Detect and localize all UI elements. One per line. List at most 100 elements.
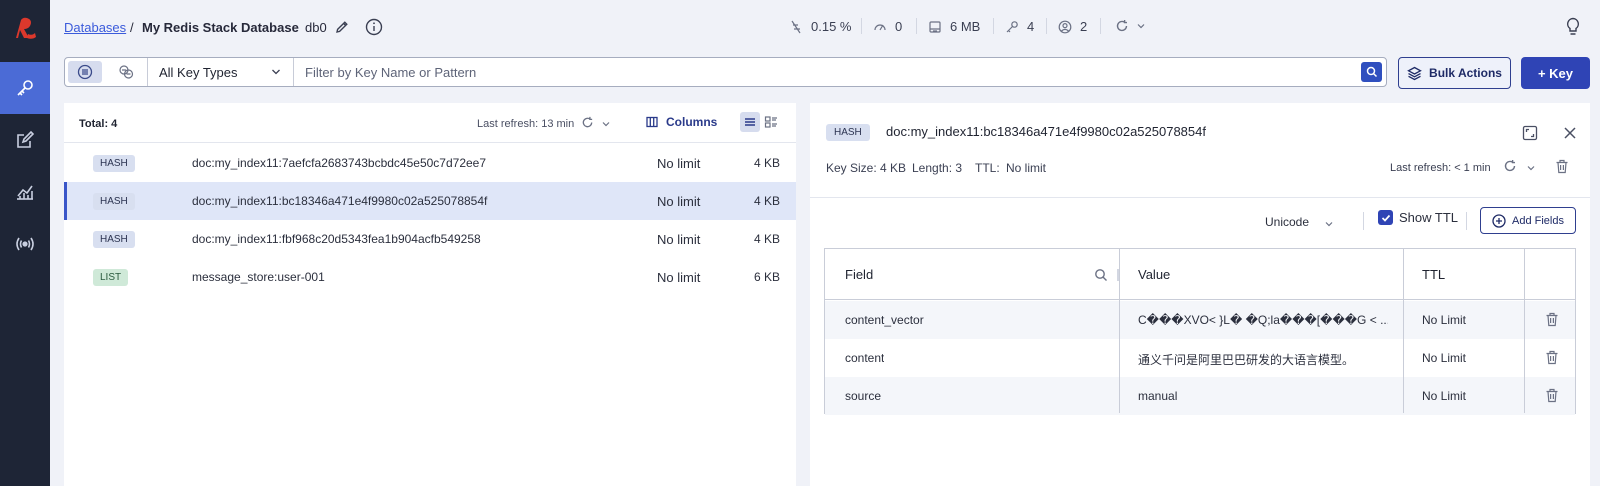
- detail-last-refresh: Last refresh: < 1 min: [1390, 162, 1491, 174]
- tree-view-toggle-icon[interactable]: [109, 61, 143, 83]
- key-row-selected[interactable]: HASH doc:my_index11:bc18346a471e4f9980c0…: [64, 182, 796, 220]
- ttl-value[interactable]: No limit: [1006, 161, 1046, 175]
- field-value: 通义千问是阿里巴巴研发的大语言模型。: [1138, 353, 1355, 367]
- chevron-down-icon[interactable]: [1527, 164, 1535, 172]
- keys-stat: 4: [1005, 19, 1034, 34]
- fullscreen-icon[interactable]: [1522, 125, 1538, 141]
- ops-gauge-icon: [873, 20, 887, 34]
- edit-db-pencil-icon[interactable]: [335, 20, 349, 34]
- key-ttl: No limit: [657, 156, 701, 171]
- field-value: manual: [1138, 389, 1178, 403]
- delete-field-trash-icon[interactable]: [1545, 388, 1559, 403]
- delete-key-trash-icon[interactable]: [1555, 159, 1569, 174]
- ttl-label: TTL:: [975, 161, 1000, 175]
- key-list-header: Total: 4 Last refresh: 13 min Columns: [64, 103, 796, 143]
- delete-field-trash-icon[interactable]: [1545, 350, 1559, 365]
- key-type-badge: LIST: [93, 269, 129, 286]
- key-count-icon: [1005, 20, 1019, 34]
- clients-stat: 2: [1058, 19, 1087, 34]
- key-row[interactable]: LIST message_store:user-001 No limit 6 K…: [64, 258, 796, 296]
- format-select[interactable]: Unicode: [1265, 215, 1309, 229]
- search-icon[interactable]: [1361, 62, 1382, 82]
- analysis-nav-chart-icon[interactable]: [0, 166, 50, 218]
- ttl-column-header: TTL: [1422, 267, 1446, 282]
- databases-link[interactable]: Databases: [64, 20, 126, 35]
- key-list-panel: Total: 4 Last refresh: 13 min Columns HA…: [64, 103, 796, 486]
- cpu-icon: [789, 20, 803, 34]
- field-name: content: [845, 351, 885, 365]
- show-ttl-checkbox[interactable]: Show TTL: [1378, 210, 1458, 225]
- database-name: My Redis Stack Database: [142, 20, 299, 35]
- list-view-toggle-icon[interactable]: [68, 61, 102, 83]
- key-size: 4 KB: [753, 156, 780, 170]
- clients-user-icon: [1058, 20, 1072, 34]
- redis-logo[interactable]: [10, 14, 40, 44]
- ops-stat: 0: [873, 19, 902, 34]
- db-index: db0: [305, 20, 327, 35]
- key-type-badge: HASH: [93, 193, 135, 210]
- add-key-button[interactable]: + Key: [1521, 57, 1590, 89]
- checkmark-icon[interactable]: [1378, 210, 1393, 225]
- list-mode-icon[interactable]: [740, 112, 760, 132]
- split-view-icon[interactable]: [764, 115, 778, 129]
- browser-nav-key-icon[interactable]: [0, 62, 50, 114]
- key-type-badge: HASH: [93, 231, 135, 248]
- key-name: doc:my_index11:7aefcfa2683743bcbdc45e50c…: [192, 156, 487, 170]
- columns-button[interactable]: Columns: [646, 115, 717, 129]
- hash-field-row[interactable]: content_vector C���XVO< }L� �Q;la���[���…: [825, 301, 1575, 339]
- field-name: source: [845, 389, 882, 403]
- search-field-icon[interactable]: [1094, 268, 1108, 282]
- value-column-header: Value: [1138, 267, 1171, 282]
- key-ttl: No limit: [657, 232, 701, 247]
- key-size-info: Key Size: 4 KB: [826, 161, 907, 175]
- chevron-down-icon: [271, 67, 281, 77]
- key-row[interactable]: HASH doc:my_index11:fbf968c20d5343fea1b9…: [64, 220, 796, 258]
- key-type-badge: HASH: [93, 155, 135, 172]
- workbench-nav-edit-icon[interactable]: [0, 114, 50, 166]
- refresh-icon[interactable]: [1503, 159, 1517, 173]
- key-row[interactable]: HASH doc:my_index11:7aefcfa2683743bcbdc4…: [64, 144, 796, 182]
- total-keys: Total: 4: [79, 118, 118, 130]
- key-size: 4 KB: [753, 194, 780, 208]
- memory-stat: 6 MB: [928, 19, 980, 34]
- pubsub-nav-broadcast-icon[interactable]: [0, 218, 50, 270]
- chevron-down-icon[interactable]: [1137, 22, 1145, 30]
- auto-refresh-control[interactable]: [1115, 19, 1145, 33]
- hash-field-row[interactable]: source manual No Limit: [825, 377, 1575, 415]
- key-filter-input[interactable]: [305, 60, 1335, 84]
- key-ttl: No limit: [657, 270, 701, 285]
- key-size: 6 KB: [753, 270, 780, 284]
- plus-circle-icon: [1492, 213, 1506, 228]
- detail-type-badge: HASH: [826, 124, 870, 141]
- field-ttl: No Limit: [1422, 313, 1467, 327]
- field-ttl: No Limit: [1422, 351, 1467, 365]
- key-size: 4 KB: [753, 232, 780, 246]
- add-fields-button[interactable]: Add Fields: [1480, 207, 1576, 234]
- chevron-down-icon[interactable]: [602, 120, 610, 128]
- hash-field-row[interactable]: content 通义千问是阿里巴巴研发的大语言模型。 No Limit: [825, 339, 1575, 377]
- fields-table-header: Field Value TTL: [825, 249, 1575, 300]
- detail-key-name[interactable]: doc:my_index11:bc18346a471e4f9980c02a525…: [886, 124, 1206, 139]
- field-ttl: No Limit: [1422, 389, 1467, 403]
- field-value: C���XVO< }L� �Q;la���[���G < ...: [1138, 313, 1388, 327]
- refresh-icon[interactable]: [1115, 19, 1129, 33]
- columns-icon: [646, 116, 658, 128]
- key-type-select[interactable]: All Key Types: [147, 58, 294, 86]
- field-column-header: Field: [845, 267, 874, 282]
- layers-icon: [1407, 66, 1422, 81]
- cpu-stat: 0.15 %: [789, 19, 851, 34]
- chevron-down-icon[interactable]: [1325, 220, 1333, 228]
- bulk-actions-button[interactable]: Bulk Actions: [1398, 57, 1511, 89]
- db-info-icon[interactable]: [365, 18, 383, 36]
- sidebar: [0, 0, 50, 486]
- delete-field-trash-icon[interactable]: [1545, 312, 1559, 327]
- close-icon[interactable]: [1563, 126, 1577, 140]
- insights-lightbulb-icon[interactable]: [1565, 17, 1581, 37]
- refresh-icon[interactable]: [581, 116, 594, 129]
- key-name: message_store:user-001: [192, 270, 325, 284]
- key-length-info: Length: 3: [912, 161, 963, 175]
- memory-icon: [928, 20, 942, 34]
- breadcrumb-separator: /: [130, 20, 134, 35]
- key-details-panel: HASH doc:my_index11:bc18346a471e4f9980c0…: [810, 103, 1590, 486]
- key-ttl: No limit: [657, 194, 701, 209]
